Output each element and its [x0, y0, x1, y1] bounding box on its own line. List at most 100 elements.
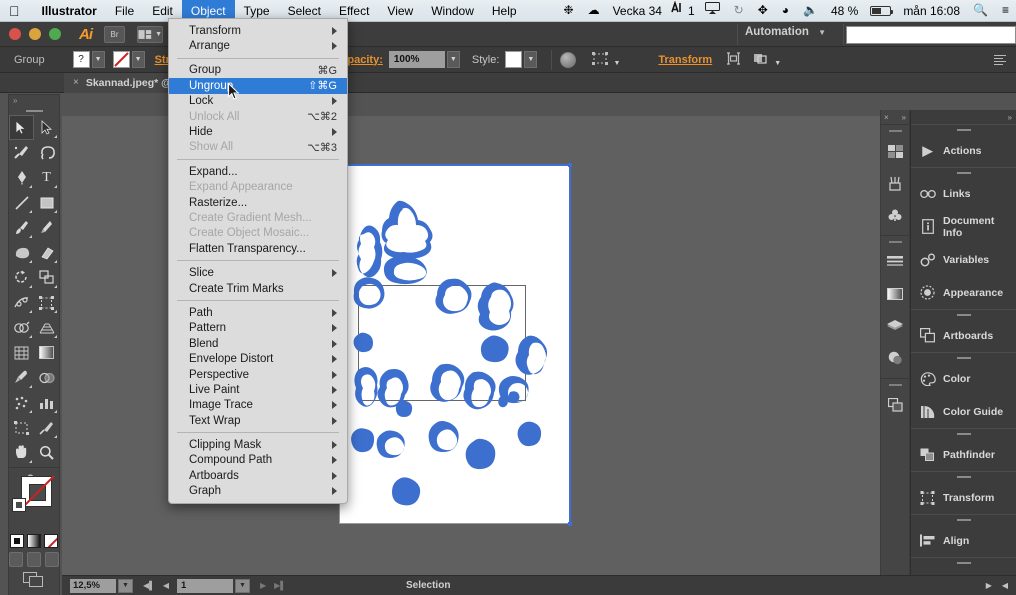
chevron-down-icon[interactable]: ▼: [118, 578, 133, 593]
search-icon[interactable]: 🔍: [966, 0, 995, 22]
menu-item-expand[interactable]: Expand...: [169, 164, 347, 179]
dock-grip[interactable]: [911, 168, 1016, 177]
paintbrush-tool[interactable]: [9, 215, 34, 240]
width-tool[interactable]: [9, 290, 34, 315]
chevron-down-icon[interactable]: ▼: [234, 578, 250, 593]
week-label[interactable]: Vecka 34: [607, 0, 668, 22]
lasso-tool[interactable]: [34, 140, 59, 165]
menu-item-perspective[interactable]: Perspective: [169, 367, 347, 382]
menu-item-artboards[interactable]: Artboards: [169, 468, 347, 483]
panel-tab-actions[interactable]: ▶ Actions: [911, 134, 1016, 167]
draw-normal-mode[interactable]: [9, 552, 23, 567]
menu-item-lock[interactable]: Lock: [169, 94, 347, 109]
drawing-mode-buttons[interactable]: [9, 552, 59, 572]
shaper-tool[interactable]: [9, 240, 34, 265]
dock-header[interactable]: »: [911, 110, 1016, 124]
blend-tool[interactable]: [34, 365, 59, 390]
line-segment-tool[interactable]: [9, 190, 34, 215]
artboard-nav[interactable]: ◀▌ ◀: [143, 581, 169, 590]
menu-item-create-trim-marks[interactable]: Create Trim Marks: [169, 281, 347, 296]
panel-tab-color[interactable]: Color: [911, 362, 1016, 395]
chevron-down-icon[interactable]: ▼: [446, 51, 460, 68]
color-swatch-mode[interactable]: [10, 534, 24, 548]
wifi-icon[interactable]: ◕: [775, 0, 796, 22]
cloud-icon[interactable]: ☁: [581, 0, 607, 22]
pen-tool[interactable]: [9, 165, 34, 190]
menu-item-flatten-transparency[interactable]: Flatten Transparency...: [169, 241, 347, 256]
notification-center-icon[interactable]: ≡: [995, 0, 1016, 22]
bluetooth-icon[interactable]: ✥: [751, 0, 775, 22]
column-graph-tool[interactable]: [34, 390, 59, 415]
none-swatch-mode[interactable]: [44, 534, 58, 548]
dropbox-icon[interactable]: ❉: [557, 0, 581, 22]
mesh-tool[interactable]: [9, 340, 34, 365]
search-help-input[interactable]: [846, 26, 1016, 44]
status-text[interactable]: Selection: [406, 580, 450, 591]
dock-grip[interactable]: [911, 515, 1016, 524]
panel-icon-strip[interactable]: × »: [880, 110, 910, 595]
dock-grip[interactable]: [911, 125, 1016, 134]
close-icon[interactable]: ×: [73, 77, 79, 88]
menu-item-slice[interactable]: Slice: [169, 265, 347, 280]
tools-panel[interactable]: » T: [8, 94, 60, 595]
swatches-panel-icon[interactable]: [881, 135, 909, 167]
gradient-tool[interactable]: [34, 340, 59, 365]
menu-item-rasterize[interactable]: Rasterize...: [169, 195, 347, 210]
menu-item-ungroup[interactable]: Ungroup ⇧⌘G: [169, 78, 347, 94]
volume-icon[interactable]: 🔈: [796, 0, 825, 22]
scroll-right-icon[interactable]: ▶: [986, 581, 992, 590]
dock-grip[interactable]: [911, 429, 1016, 438]
dock-grip[interactable]: [911, 472, 1016, 481]
menu-item-live-paint[interactable]: Live Paint: [169, 382, 347, 397]
menubar-item-illustrator[interactable]: Illustrator: [33, 0, 106, 22]
menu-item-transform[interactable]: Transform: [169, 23, 347, 38]
shape-options-button[interactable]: ▼: [592, 51, 620, 68]
chevron-down-icon[interactable]: ▼: [91, 51, 105, 68]
fill-control[interactable]: ? ▼: [72, 51, 105, 68]
chevron-down-icon[interactable]: ▼: [131, 51, 145, 68]
zoom-level-input[interactable]: 12,5%: [70, 578, 116, 593]
menu-item-image-trace[interactable]: Image Trace: [169, 398, 347, 413]
close-icon[interactable]: ×: [884, 113, 889, 122]
transparency-panel-icon[interactable]: [881, 342, 909, 374]
battery-icon[interactable]: [870, 5, 894, 16]
menu-item-path[interactable]: Path: [169, 305, 347, 320]
tools-panel-collapse[interactable]: »: [9, 95, 59, 106]
panel-tab-align[interactable]: Align: [911, 524, 1016, 557]
color-mode-buttons[interactable]: [9, 532, 59, 552]
menubar-item-file[interactable]: File: [106, 0, 143, 22]
airplay-icon[interactable]: [698, 0, 727, 22]
automation-workspace-button[interactable]: Automation ▼: [745, 26, 826, 38]
menu-item-blend[interactable]: Blend: [169, 336, 347, 351]
free-transform-tool[interactable]: [34, 290, 59, 315]
panel-tab-color-guide[interactable]: Color Guide: [911, 395, 1016, 428]
draw-inside-mode[interactable]: [45, 552, 59, 567]
stroke-control[interactable]: ▼: [112, 51, 145, 68]
fill-stroke-controls[interactable]: ?: [9, 470, 59, 532]
minimize-window-button[interactable]: [29, 28, 41, 40]
dock-grip[interactable]: [911, 353, 1016, 362]
slice-tool[interactable]: [34, 415, 59, 440]
menubar-item-window[interactable]: Window: [422, 0, 483, 22]
stroke-swatch[interactable]: [112, 51, 130, 68]
first-artboard-icon[interactable]: ◀▌: [143, 581, 155, 590]
previous-artboard-icon[interactable]: ◀: [163, 581, 169, 590]
magic-wand-tool[interactable]: [9, 140, 34, 165]
panel-tab-transform[interactable]: Transform: [911, 481, 1016, 514]
panel-tab-appearance[interactable]: Appearance: [911, 276, 1016, 309]
scroll-controls[interactable]: ▶ ◀: [986, 581, 1016, 590]
zoom-tool[interactable]: [34, 440, 59, 465]
tool-grid[interactable]: T: [9, 115, 59, 465]
perspective-grid-tool[interactable]: [34, 315, 59, 340]
opacity-control[interactable]: 100% ▼: [388, 51, 460, 68]
expand-panels-icon[interactable]: »: [902, 113, 906, 122]
eraser-tool[interactable]: [34, 240, 59, 265]
rectangle-tool[interactable]: [34, 190, 59, 215]
menu-item-envelope-distort[interactable]: Envelope Distort: [169, 351, 347, 366]
menu-item-compound-path[interactable]: Compound Path: [169, 453, 347, 468]
hand-tool[interactable]: [9, 440, 34, 465]
artboard-nav-forward[interactable]: ▶ ▶▌: [260, 581, 286, 590]
panel-strip-grip[interactable]: [881, 381, 909, 389]
style-swatch[interactable]: [505, 51, 523, 68]
tools-panel-grip[interactable]: [9, 106, 59, 115]
